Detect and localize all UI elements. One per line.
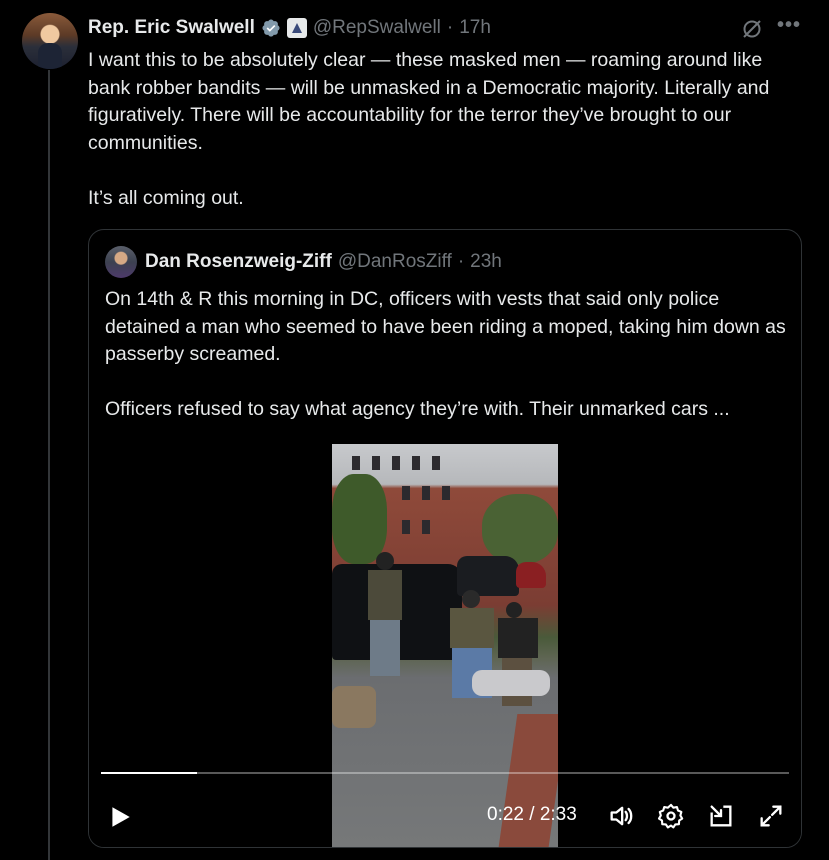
government-badge-icon — [286, 18, 307, 38]
header-separator: · — [446, 17, 454, 38]
quoted-tweet-time[interactable]: 23h — [470, 251, 502, 273]
verified-badge-icon — [262, 19, 280, 37]
video-player[interactable]: 0:22 / 2:33 — [89, 444, 801, 847]
quoted-author-name[interactable]: Dan Rosenzweig-Ziff — [145, 251, 332, 273]
thread-line — [48, 70, 50, 860]
building-window — [402, 486, 410, 500]
picture-in-picture-icon[interactable] — [707, 802, 735, 830]
quoted-tweet-text: On 14th & R this morning in DC, officers… — [105, 286, 789, 424]
tweet-text: I want this to be absolutely clear — the… — [88, 47, 808, 212]
building-window — [442, 486, 450, 500]
bystander — [332, 686, 376, 728]
quoted-author-handle[interactable]: @DanRosZiff — [338, 251, 452, 273]
quoted-tweet-card[interactable]: Dan Rosenzweig-Ziff @DanRosZiff · 23h On… — [88, 229, 802, 848]
video-progress-bar[interactable] — [101, 772, 789, 774]
building-window — [432, 456, 440, 470]
volume-icon[interactable] — [607, 802, 635, 830]
video-time: 0:22 / 2:33 — [487, 804, 577, 825]
quoted-author-avatar[interactable] — [105, 246, 137, 278]
author-avatar[interactable] — [22, 13, 78, 69]
tree — [482, 494, 558, 564]
building-window — [372, 456, 380, 470]
building-window — [402, 520, 410, 534]
video-progress-fill — [101, 772, 198, 774]
fullscreen-icon[interactable] — [757, 802, 785, 830]
red-car — [516, 562, 546, 588]
quoted-paragraph: On 14th & R this morning in DC, officers… — [105, 288, 786, 365]
tweet-header: Rep. Eric Swalwell @RepSwalwell · 17h — [88, 14, 491, 42]
quoted-header-separator: · — [457, 251, 465, 272]
tweet-time[interactable]: 17h — [459, 17, 491, 39]
settings-icon[interactable] — [657, 802, 685, 830]
brick-sidewalk — [498, 714, 558, 847]
play-icon[interactable] — [107, 804, 133, 830]
building-window — [422, 520, 430, 534]
author-name[interactable]: Rep. Eric Swalwell — [88, 17, 255, 39]
building-window — [392, 456, 400, 470]
video-frame[interactable] — [332, 444, 558, 847]
author-handle[interactable]: @RepSwalwell — [313, 17, 441, 39]
officer — [368, 552, 402, 680]
building-window — [412, 456, 420, 470]
tree — [332, 474, 387, 564]
quoted-tweet-header: Dan Rosenzweig-Ziff @DanRosZiff · 23h — [145, 249, 502, 275]
building-window — [352, 456, 360, 470]
quoted-paragraph: Officers refused to say what agency they… — [105, 398, 730, 420]
detained-man — [472, 670, 550, 696]
grok-icon[interactable] — [740, 17, 764, 41]
tweet-paragraph: I want this to be absolutely clear — the… — [88, 49, 770, 154]
more-icon[interactable]: ••• — [777, 14, 801, 37]
building-window — [422, 486, 430, 500]
tweet-paragraph: It’s all coming out. — [88, 186, 244, 209]
